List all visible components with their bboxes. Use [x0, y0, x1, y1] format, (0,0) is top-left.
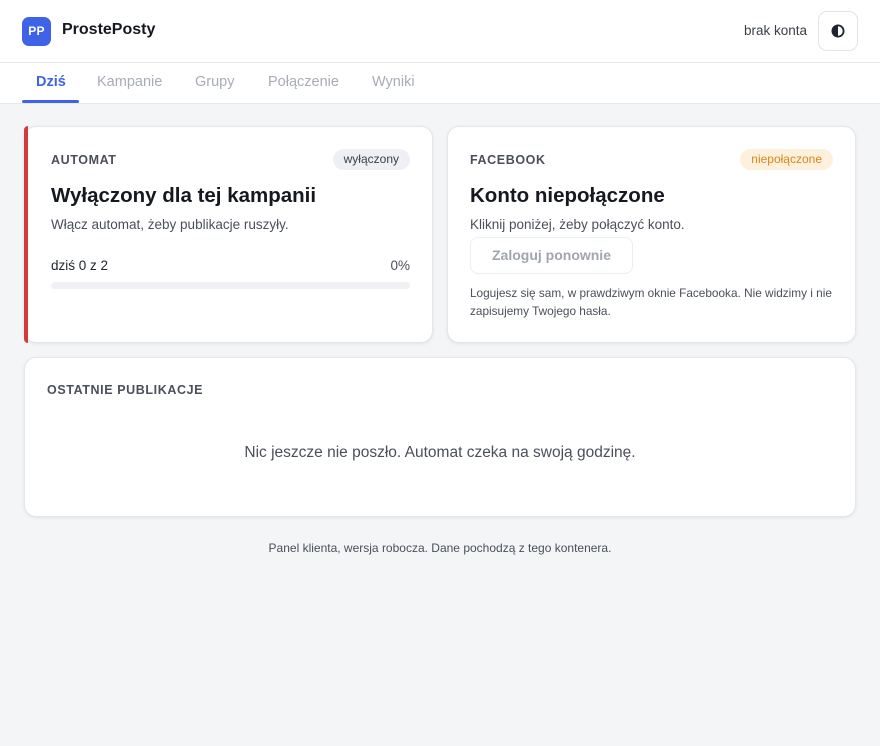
facebook-privacy-note: Logujesz się sam, w prawdziwym oknie Fac… [470, 286, 832, 318]
relogin-button[interactable]: Zaloguj ponownie [470, 237, 633, 274]
tab-results[interactable]: Wyniki [372, 74, 415, 90]
progress-track [51, 282, 410, 289]
recent-posts-empty-message: Nic jeszcze nie poszło. Automat czeka na… [244, 444, 636, 461]
app-logo: PP [22, 17, 51, 46]
active-tab-indicator [22, 100, 79, 103]
footer-text: Panel klienta, wersja robocza. Dane poch… [268, 541, 612, 555]
tab-today[interactable]: Dziś [36, 74, 66, 90]
account-status[interactable]: brak konta [744, 23, 807, 38]
progress-percent: 0% [390, 258, 410, 273]
automat-status-badge: wyłączony [332, 149, 410, 170]
facebook-kicker: FACEBOOK [470, 153, 546, 167]
tab-connection[interactable]: Połączenie [268, 74, 339, 90]
automat-subtitle: Włącz automat, żeby publikacje ruszyły. [51, 217, 289, 232]
recent-posts-kicker: OSTATNIE PUBLIKACJE [47, 383, 204, 397]
automat-kicker: AUTOMAT [51, 153, 117, 167]
tab-bar: Dziś Kampanie Grupy Połączenie Wyniki [0, 63, 880, 104]
tab-groups[interactable]: Grupy [195, 74, 235, 90]
tab-campaigns[interactable]: Kampanie [97, 74, 162, 90]
recent-posts-card: OSTATNIE PUBLIKACJE Nic jeszcze nie posz… [24, 357, 856, 517]
app-title: ProstePosty [62, 21, 156, 38]
progress-label: dziś 0 z 2 [51, 258, 109, 273]
facebook-title: Konto niepołączone [470, 184, 665, 207]
facebook-card: FACEBOOK niepołączone Konto niepołączone… [447, 126, 856, 343]
contrast-icon [831, 24, 845, 38]
theme-toggle-button[interactable] [818, 11, 858, 51]
automat-card: AUTOMAT wyłączony Wyłączony dla tej kamp… [24, 126, 433, 343]
app-header: PP ProstePosty brak konta [0, 0, 880, 63]
automat-title: Wyłączony dla tej kampanii [51, 184, 317, 207]
facebook-status-badge: niepołączone [740, 149, 833, 170]
facebook-subtitle: Kliknij poniżej, żeby połączyć konto. [470, 217, 685, 232]
status-accent-bar [24, 126, 28, 343]
